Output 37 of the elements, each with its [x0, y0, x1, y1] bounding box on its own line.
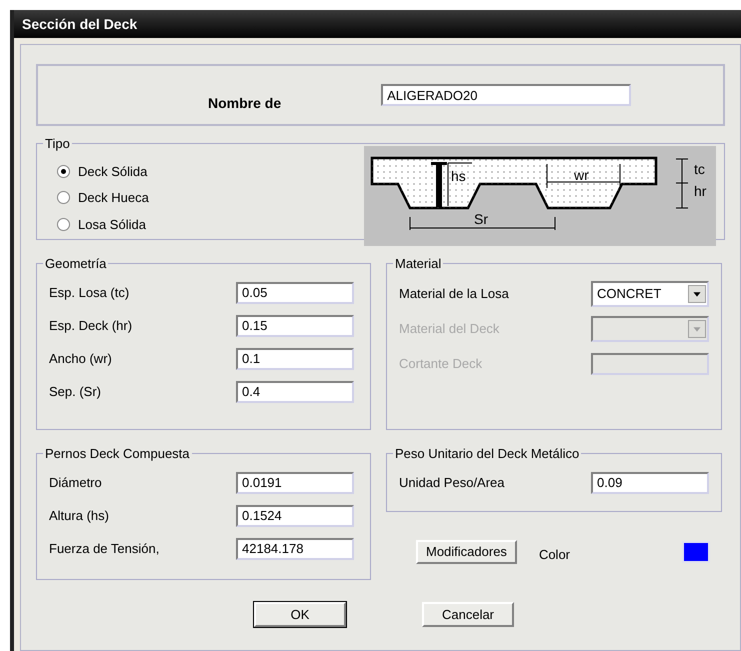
field-label: Altura (hs): [49, 506, 109, 525]
dialog-button[interactable]: Cancelar: [422, 602, 514, 627]
field-label: Fuerza de Tensión,: [49, 540, 160, 558]
field-label: Cortante Deck: [399, 354, 482, 373]
field-label: Diámetro: [49, 474, 102, 492]
dialog-button[interactable]: OK: [254, 602, 346, 627]
field-label: Ancho (wr): [49, 350, 112, 368]
radio-option[interactable]: Deck Hueca: [57, 188, 149, 208]
input-field[interactable]: 0.05: [236, 282, 354, 304]
field-label: Material del Deck: [399, 320, 500, 338]
dropdown[interactable]: CONCRET: [591, 280, 709, 306]
field-label: Unidad Peso/Area: [399, 474, 505, 492]
radio-option[interactable]: Deck Sólida: [57, 162, 148, 181]
field-label: Material de la Losa: [399, 284, 509, 303]
input-field[interactable]: 0.15: [236, 314, 354, 336]
input-field[interactable]: 0.1524: [236, 504, 354, 526]
field-label: Sep. (Sr): [49, 382, 102, 401]
group-title: Material: [394, 255, 442, 273]
group-title: Geometría: [44, 255, 108, 273]
modifiers-button[interactable]: Modificadores: [416, 540, 517, 564]
color-label: Color: [538, 546, 570, 564]
input-field[interactable]: 0.09: [591, 472, 709, 494]
input-field[interactable]: 42184.178: [236, 538, 354, 560]
input-field[interactable]: 0.1: [236, 348, 354, 370]
dropdown-value: CONCRET: [596, 284, 662, 303]
input-field[interactable]: 0.4: [236, 380, 354, 402]
field-label: Esp. Deck (hr): [49, 316, 132, 335]
name-label: Nombre de: [208, 94, 282, 112]
group-title: Tipo: [44, 135, 71, 153]
group-title: Peso Unitario del Deck Metálico: [394, 445, 580, 463]
deck-section-drawing: hs wr Sr tc hr: [364, 146, 716, 246]
field-label: Esp. Losa (tc): [49, 284, 130, 302]
group-title: Pernos Deck Compuesta: [44, 445, 191, 463]
input-field[interactable]: 0.0191: [236, 472, 354, 494]
radio-option[interactable]: Losa Sólida: [57, 214, 146, 234]
input-field[interactable]: ALIGERADO20: [381, 84, 632, 106]
window-title: Sección del Deck: [22, 14, 138, 34]
